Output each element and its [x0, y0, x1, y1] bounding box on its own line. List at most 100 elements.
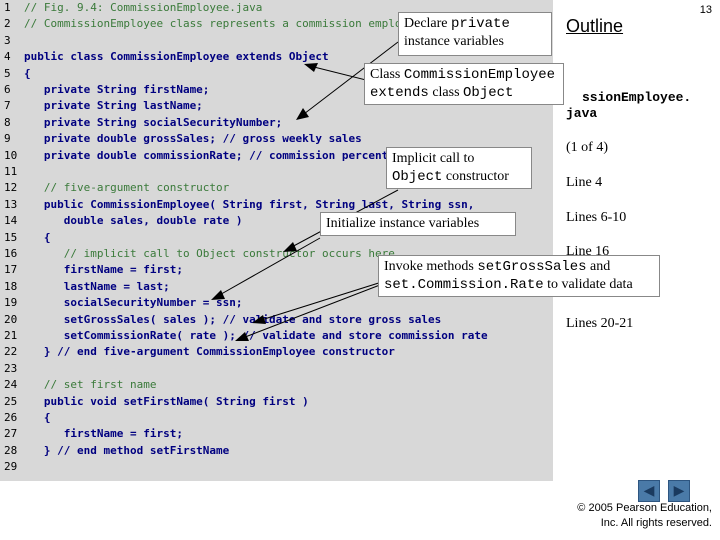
line-number: 17: [4, 263, 18, 277]
line-number: 6: [4, 83, 11, 96]
code-text: private String firstName;: [24, 83, 210, 96]
line-number: 21: [4, 329, 18, 342]
line-number: 10: [4, 148, 18, 162]
sidebar-line-16: Line 16: [566, 244, 610, 259]
callout-declare-private: Declare private instance variables: [398, 12, 552, 56]
sidebar-lines-6-10: Lines 6-10: [566, 210, 627, 225]
code-line: 19 socialSecurityNumber = ssn;: [0, 295, 553, 311]
line-number: 19: [4, 296, 18, 310]
line-number: 18: [4, 279, 18, 293]
line-number: 27: [4, 427, 18, 441]
code-text: {: [24, 66, 31, 80]
callout-mono: Object: [463, 85, 514, 101]
line-number: 23: [4, 361, 18, 375]
sidebar-lines-20-21: Lines 20-21: [566, 316, 634, 331]
code-text: socialSecurityNumber = ssn;: [24, 296, 243, 310]
code-line: 8 private String socialSecurityNumber;: [0, 115, 553, 131]
code-text: firstName = first;: [24, 263, 183, 277]
line-number: 29: [4, 460, 18, 474]
line-number: 15: [4, 230, 18, 244]
callout-mono: set.Commission.Rate: [384, 277, 544, 293]
code-line: 29: [0, 459, 553, 475]
callout-text: instance variables: [404, 34, 504, 49]
code-text: private double grossSales; // gross week…: [24, 132, 362, 146]
sidebar-filename-ext: java: [566, 106, 598, 121]
line-number: 3: [4, 33, 11, 47]
code-text: // implicit call to Object constructor o…: [24, 247, 395, 260]
line-number: 24: [4, 378, 18, 392]
code-text: // set first name: [24, 378, 157, 392]
code-line: 26 {: [0, 410, 553, 426]
code-text: public CommissionEmployee( String first,…: [24, 197, 475, 211]
line-number: 26: [4, 411, 18, 424]
callout-class-extends: Class CommissionEmployee extends class O…: [364, 63, 564, 105]
code-line: 28 } // end method setFirstName: [0, 443, 553, 459]
line-number: 4: [4, 50, 11, 64]
line-number: 14: [4, 214, 18, 228]
callout-text: to validate data: [543, 277, 633, 292]
code-text: firstName = first;: [24, 427, 183, 441]
copyright: © 2005 Pearson Education, Inc. All right…: [532, 501, 712, 531]
line-number: 25: [4, 394, 18, 408]
callout-mono: extends: [370, 85, 429, 101]
line-number: 22: [4, 345, 18, 359]
code-text: double sales, double rate ): [24, 214, 243, 228]
code-text: private String socialSecurityNumber;: [24, 115, 283, 129]
copyright-line-2: Inc. All rights reserved.: [600, 517, 712, 529]
callout-text: Initialize instance variables: [326, 216, 480, 231]
code-line: 25 public void setFirstName( String firs…: [0, 394, 553, 410]
code-text: public void setFirstName( String first ): [24, 394, 309, 408]
code-text: } // end method setFirstName: [24, 443, 230, 457]
callout-text: Invoke methods: [384, 259, 478, 274]
callout-text: constructor: [442, 169, 509, 184]
callout-text: class: [428, 85, 464, 100]
code-text: private double commissionRate; // commis…: [24, 148, 409, 162]
line-number: 11: [4, 165, 18, 178]
triangle-left-icon: ◀: [643, 483, 655, 499]
triangle-right-icon: ▶: [673, 483, 685, 499]
line-number: 8: [4, 115, 11, 129]
code-line: 9 private double grossSales; // gross we…: [0, 131, 553, 147]
line-number: 2: [4, 17, 11, 31]
code-text: private String lastName;: [24, 99, 203, 113]
code-text: public class CommissionEmployee extends …: [24, 50, 329, 64]
code-line: 22 } // end five-argument CommissionEmpl…: [0, 344, 553, 360]
line-number: 28: [4, 443, 18, 457]
line-number: 1: [4, 1, 11, 14]
code-text: {: [24, 230, 51, 244]
code-text: // CommissionEmployee class represents a…: [24, 17, 428, 31]
line-number: 9: [4, 132, 11, 146]
outline-title[interactable]: Outline: [566, 16, 623, 37]
line-number: 16: [4, 247, 18, 260]
callout-implicit-call: Implicit call to Object constructor: [386, 147, 532, 189]
code-line: 23: [0, 361, 553, 377]
sidebar-page-of: (1 of 4): [566, 140, 608, 155]
code-text: lastName = last;: [24, 279, 170, 293]
callout-text: Class: [370, 67, 404, 82]
callout-invoke-methods: Invoke methods setGrossSales and set.Com…: [378, 255, 660, 297]
callout-mono: CommissionEmployee: [403, 67, 556, 83]
code-text: {: [24, 411, 51, 424]
page-number: 13: [699, 4, 712, 16]
line-number: 20: [4, 312, 18, 326]
code-line: 27 firstName = first;: [0, 426, 553, 442]
line-number: 7: [4, 99, 11, 113]
callout-text: Implicit call to: [392, 151, 475, 166]
previous-button[interactable]: ◀: [638, 480, 660, 502]
line-number: 5: [4, 66, 11, 80]
callout-text: Declare: [404, 16, 452, 31]
code-text: setGrossSales( sales ); // validate and …: [24, 312, 442, 326]
line-number: 13: [4, 197, 18, 211]
callout-mono: private: [451, 16, 510, 32]
code-text: // five-argument constructor: [24, 181, 230, 195]
next-button[interactable]: ▶: [668, 480, 690, 502]
sidebar-filename: ssionEmployee.: [582, 90, 692, 105]
code-text: // Fig. 9.4: CommissionEmployee.java: [24, 1, 263, 14]
code-line: 20 setGrossSales( sales ); // validate a…: [0, 312, 553, 328]
callout-mono: Object: [392, 169, 443, 185]
code-text: setCommissionRate( rate ); // validate a…: [24, 329, 488, 342]
callout-initialize: Initialize instance variables: [320, 212, 516, 236]
code-line: 21 setCommissionRate( rate ); // validat…: [0, 328, 553, 344]
code-line: 13 public CommissionEmployee( String fir…: [0, 197, 553, 213]
copyright-line-1: © 2005 Pearson Education,: [577, 502, 712, 514]
